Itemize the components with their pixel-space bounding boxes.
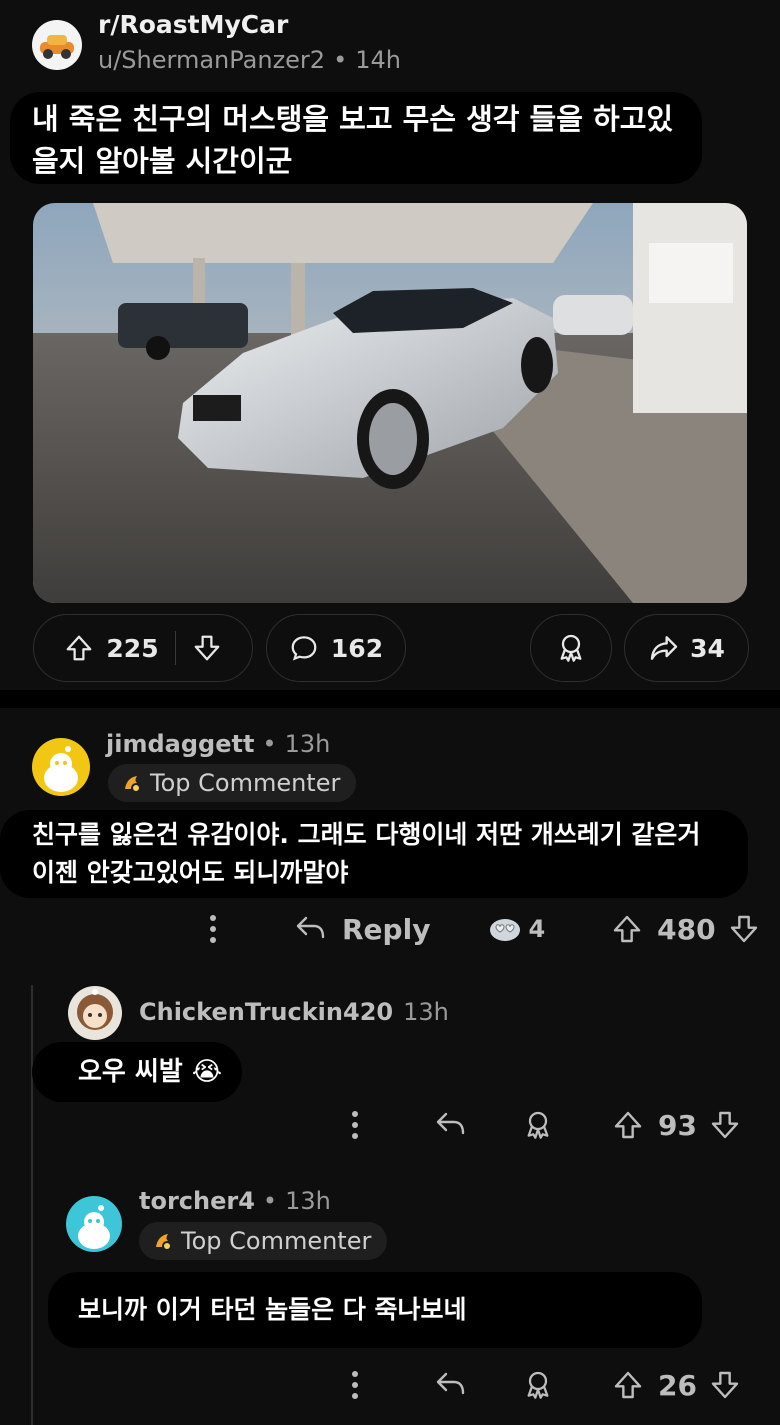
- share-icon: [648, 632, 680, 664]
- comment-avatar[interactable]: [68, 986, 122, 1040]
- reply-icon: [294, 915, 326, 943]
- award-icon[interactable]: [522, 1369, 554, 1401]
- comment-count: 162: [330, 633, 384, 663]
- upvote-icon[interactable]: [64, 633, 94, 663]
- thread-line: [31, 985, 33, 1425]
- upvote-icon[interactable]: [612, 1109, 644, 1141]
- downvote-icon[interactable]: [709, 1109, 741, 1141]
- award-number: 4: [528, 915, 546, 943]
- comment-header: torcher4 • 13h: [139, 1187, 331, 1215]
- top-commenter-icon: [151, 1229, 175, 1253]
- award-icon[interactable]: [522, 1109, 554, 1141]
- more-icon[interactable]: [200, 914, 226, 944]
- upvote-count: 225: [106, 633, 159, 663]
- reply-button[interactable]: Reply: [294, 913, 430, 946]
- post-image[interactable]: [33, 203, 747, 603]
- comment-body: 오우 씨발 😭: [32, 1042, 242, 1102]
- subreddit-name[interactable]: r/RoastMyCar: [98, 10, 288, 39]
- vote-divider: [174, 631, 176, 665]
- comment-avatar[interactable]: [66, 1196, 122, 1252]
- comment-icon: [289, 633, 319, 663]
- upvote-icon[interactable]: [612, 1369, 644, 1401]
- top-commenter-badge: Top Commenter: [139, 1222, 388, 1260]
- heart-eyes-award-icon: [488, 915, 522, 943]
- comment-body: 보니까 이거 타던 놈들은 다 죽나보네: [48, 1272, 702, 1348]
- award-button[interactable]: [530, 614, 612, 682]
- comment-score: 93: [658, 1108, 697, 1142]
- comments-button[interactable]: 162: [266, 614, 406, 682]
- top-commenter-badge: Top Commenter: [108, 764, 357, 802]
- comment-author[interactable]: torcher4: [139, 1187, 255, 1215]
- downvote-icon[interactable]: [728, 913, 760, 945]
- comment-actions: 26: [342, 1362, 762, 1408]
- comment-time: 13h: [403, 998, 449, 1026]
- post-meta: u/ShermanPanzer2 • 14h: [98, 46, 401, 74]
- reply-label: Reply: [342, 912, 431, 946]
- comment-header: ChickenTruckin420 13h: [139, 998, 449, 1026]
- comment-actions: Reply 4 480: [200, 906, 760, 952]
- more-icon[interactable]: [342, 1110, 368, 1140]
- comment-score: 26: [658, 1368, 697, 1402]
- downvote-icon[interactable]: [192, 633, 222, 663]
- badge-label: Top Commenter: [150, 769, 341, 797]
- post-title: 내 죽은 친구의 머스탱을 보고 무슨 생각 들을 하고있을지 알아볼 시간이군: [10, 92, 702, 184]
- post-author[interactable]: u/ShermanPanzer2: [98, 46, 325, 74]
- upvote-icon[interactable]: [611, 913, 643, 945]
- reply-icon[interactable]: [434, 1111, 466, 1139]
- share-button[interactable]: 34: [624, 614, 749, 682]
- subreddit-avatar[interactable]: [32, 20, 82, 70]
- meta-separator: •: [262, 730, 277, 758]
- reply-icon[interactable]: [434, 1371, 466, 1399]
- downvote-icon[interactable]: [709, 1369, 741, 1401]
- comment-author[interactable]: jimdaggett: [106, 730, 254, 758]
- comment-actions: 93: [342, 1102, 762, 1148]
- award-count[interactable]: 4: [488, 915, 545, 943]
- comment-time: 13h: [285, 1187, 331, 1215]
- comment-header: jimdaggett • 13h: [106, 730, 330, 758]
- comment-score: 480: [657, 912, 716, 946]
- comment-author[interactable]: ChickenTruckin420: [139, 998, 393, 1026]
- section-divider: [0, 690, 780, 708]
- vote-pill: 225: [33, 614, 253, 682]
- meta-separator: •: [333, 46, 348, 74]
- more-icon[interactable]: [342, 1370, 368, 1400]
- comment-time: 13h: [284, 730, 331, 758]
- comment-avatar[interactable]: [32, 738, 90, 796]
- post-time: 14h: [355, 46, 401, 74]
- badge-label: Top Commenter: [181, 1227, 372, 1255]
- award-icon: [555, 632, 587, 664]
- meta-separator: •: [262, 1187, 278, 1215]
- share-count: 34: [690, 633, 725, 663]
- comment-body: 친구를 잃은건 유감이야. 그래도 다행이네 저딴 개쓰레기 같은거 이젠 안갖…: [0, 810, 748, 898]
- top-commenter-icon: [120, 771, 144, 795]
